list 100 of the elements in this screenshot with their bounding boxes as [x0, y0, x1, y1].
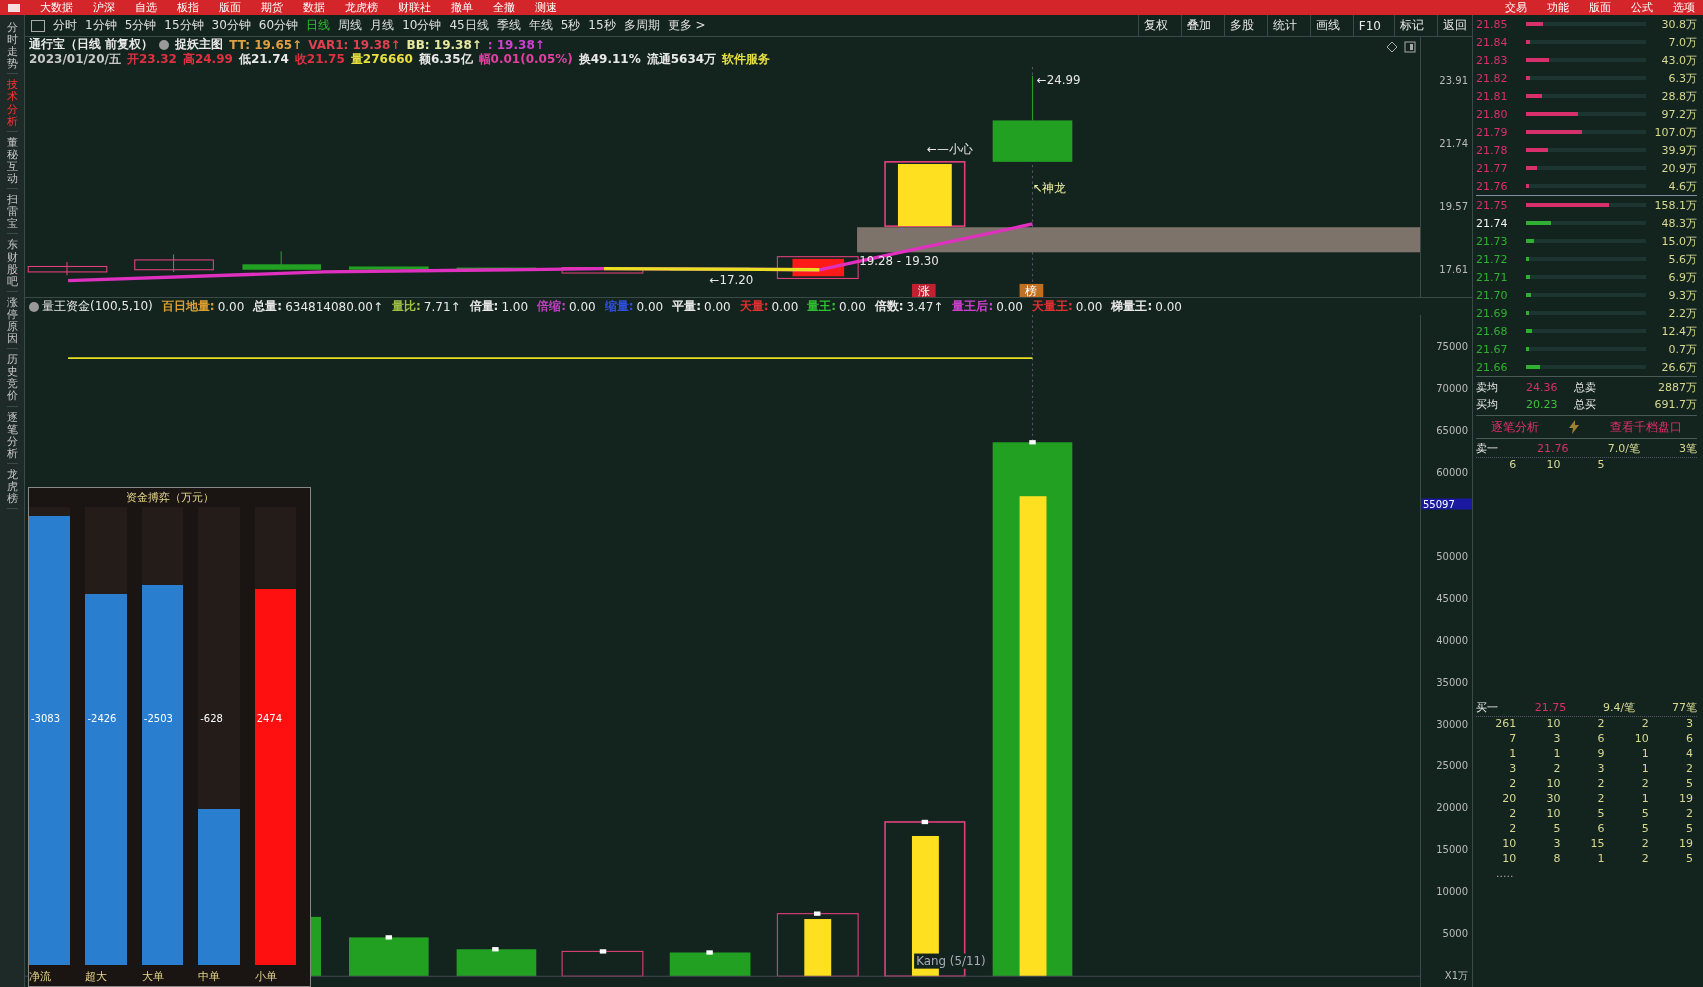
period-tab[interactable]: 多周期 [623, 17, 660, 34]
period-tab[interactable]: 5分钟 [124, 17, 157, 34]
menu-item[interactable]: 财联社 [398, 0, 431, 15]
toolbar-button[interactable]: 画线 [1309, 15, 1345, 36]
indicator-value: 0.00 [568, 299, 596, 314]
indicator-value: : 19.38↑ [487, 37, 545, 52]
indicator-label: 梯量王: [1111, 298, 1153, 315]
order-book-link[interactable]: 查看千档盘口 [1610, 418, 1683, 436]
order-size: 5 [1685, 852, 1694, 867]
period-tab[interactable]: 15分钟 [164, 17, 204, 34]
side-tab[interactable]: 逐笔分析 [6, 408, 18, 464]
side-tab[interactable]: 东财股吧 [6, 236, 18, 292]
menu-item[interactable]: 版面 [1589, 0, 1611, 15]
period-tab[interactable]: 1分钟 [85, 17, 117, 34]
summary-price: 20.23 [1526, 398, 1559, 411]
menu-item[interactable]: 自选 [135, 0, 157, 15]
menu-item[interactable]: 交易 [1505, 0, 1527, 15]
diamond-icon[interactable] [1386, 41, 1398, 53]
toolbar-button[interactable]: 复权 [1137, 15, 1173, 36]
period-tab[interactable]: 5秒 [560, 17, 581, 34]
menu-item[interactable]: 龙虎榜 [345, 0, 378, 15]
order-size: 1 [1508, 747, 1518, 762]
side-tab[interactable]: 扫雷宝 [6, 191, 18, 235]
chart-annotation: ↖神龙 [1032, 181, 1067, 196]
menu-item[interactable]: 版面 [219, 0, 241, 15]
order-price: 21.68 [1476, 324, 1509, 338]
dropdown-icon[interactable] [159, 39, 170, 50]
period-tab[interactable]: 30分钟 [211, 17, 251, 34]
menu-item[interactable]: 数据 [303, 0, 325, 15]
order-size: 3 [1552, 837, 1562, 852]
menu-item[interactable]: 沪深 [93, 0, 115, 15]
side-tab[interactable]: 董秘互动 [6, 133, 18, 190]
order-size: 10 [1545, 458, 1562, 473]
app-logo-icon [8, 3, 20, 12]
analysis-link[interactable]: 逐笔分析 [1490, 418, 1539, 436]
toolbar-button[interactable]: 标记 [1394, 15, 1429, 36]
quote-value: 幅0.01(0.05%) [478, 51, 573, 68]
side-tab[interactable]: 历史竞价 [6, 351, 18, 407]
order-volume: 48.3万 [1660, 215, 1697, 231]
order-size: 3 [1596, 762, 1606, 777]
menu-item[interactable]: 撤单 [451, 0, 473, 15]
period-tab[interactable]: 日线 [306, 17, 331, 34]
order-size: 6 [1596, 732, 1606, 747]
period-tab[interactable]: 60分钟 [258, 17, 299, 34]
order-size: 1 [1640, 792, 1650, 807]
side-tab[interactable]: 龙虎榜 [6, 465, 18, 510]
formula-name[interactable]: 捉妖主图 [175, 36, 224, 53]
menu-item[interactable]: 期货 [261, 0, 283, 15]
axis-label: 55097 [1421, 498, 1472, 510]
indicator-value: 0.00 [704, 299, 731, 314]
menu-item[interactable]: 功能 [1547, 0, 1569, 15]
order-size: 10 [1501, 852, 1518, 867]
toolbar-button[interactable]: F10 [1352, 15, 1386, 36]
menu-item[interactable]: 全撤 [493, 0, 515, 15]
indicator-value: 0.00 [996, 299, 1023, 314]
menu-item[interactable]: 大数据 [40, 0, 73, 15]
dropdown-icon[interactable] [29, 301, 39, 312]
order-size: 5 [1596, 458, 1606, 473]
period-tab[interactable]: 月线 [370, 17, 395, 34]
side-tab[interactable]: 分时走势 [6, 19, 18, 75]
period-tab[interactable]: 分时 [53, 17, 77, 34]
menu-item[interactable]: 测速 [535, 0, 557, 15]
period-tab[interactable]: 周线 [338, 17, 363, 34]
order-price: 21.81 [1476, 89, 1509, 103]
period-tab[interactable]: 年线 [528, 17, 553, 34]
chart-annotation: ←17.20 [709, 272, 754, 287]
order-size: 15 [1589, 837, 1606, 852]
order-size: 2 [1640, 837, 1650, 852]
order-size: 2 [1552, 762, 1562, 777]
menu-item[interactable]: 选项 [1673, 0, 1695, 15]
order-price: 21.73 [1476, 234, 1509, 248]
indicator-value: 3.47↑ [906, 299, 944, 314]
toolbar-button[interactable]: 统计 [1266, 15, 1302, 36]
indicator-label: 平量: [672, 298, 701, 315]
period-tab[interactable]: 更多 > [667, 17, 706, 34]
toolbar-button[interactable]: 叠加 [1180, 15, 1216, 36]
panel-toggle-icon[interactable] [31, 19, 45, 32]
order-size: 2 [1685, 762, 1694, 777]
quote-value: 额6.35亿 [418, 51, 473, 68]
period-tab[interactable]: 15秒 [588, 17, 616, 34]
side-tab[interactable]: 涨停原因 [6, 293, 18, 350]
flow-value: -628 [200, 713, 223, 725]
period-tab[interactable]: 季线 [496, 17, 521, 34]
menu-item[interactable]: 公式 [1631, 0, 1653, 15]
order-size: 30 [1545, 792, 1562, 807]
order-size: 1 [1640, 747, 1650, 762]
toolbar-button[interactable]: 返回 [1437, 15, 1472, 36]
order-size: 1 [1552, 747, 1562, 762]
axis-label: 65000 [1436, 424, 1468, 436]
toolbar-button[interactable]: 多股 [1223, 15, 1259, 36]
order-size: 2 [1640, 852, 1650, 867]
side-tab[interactable]: 技术分析 [6, 76, 18, 132]
order-price: 21.74 [1476, 216, 1509, 230]
lightning-icon[interactable] [1568, 420, 1581, 434]
flow-value: -2426 [87, 713, 117, 725]
menu-item[interactable]: 板指 [177, 0, 199, 15]
window-icon[interactable] [1404, 41, 1416, 53]
flow-value: -3083 [31, 713, 61, 725]
period-tab[interactable]: 10分钟 [402, 17, 442, 34]
period-tab[interactable]: 45日线 [449, 17, 489, 34]
